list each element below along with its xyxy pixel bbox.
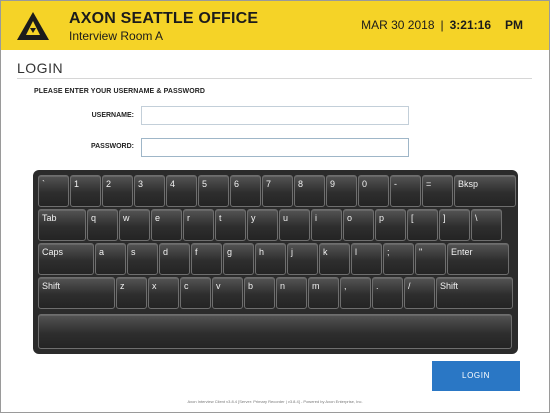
key-backslash[interactable]: \ — [471, 209, 502, 241]
date-time-display: MAR 30 2018 | 3:21:16 PM — [361, 18, 523, 32]
key-j[interactable]: j — [287, 243, 318, 275]
office-name: AXON SEATTLE OFFICE — [69, 10, 259, 27]
key-g[interactable]: g — [223, 243, 254, 275]
key-right-bracket[interactable]: ] — [439, 209, 470, 241]
key-s[interactable]: s — [127, 243, 158, 275]
key-comma[interactable]: , — [340, 277, 371, 309]
password-label: PASSWORD: — [90, 143, 134, 150]
key-y[interactable]: y — [247, 209, 278, 241]
key-z[interactable]: z — [116, 277, 147, 309]
room-name: Interview Room A — [69, 29, 164, 43]
page-title: LOGIN — [17, 60, 64, 76]
key-r[interactable]: r — [183, 209, 214, 241]
key-3[interactable]: 3 — [134, 175, 165, 207]
key-equals[interactable]: = — [422, 175, 453, 207]
axon-logo-icon — [17, 12, 49, 40]
key-caps[interactable]: Caps — [38, 243, 94, 275]
key-q[interactable]: q — [87, 209, 118, 241]
key-6[interactable]: 6 — [230, 175, 261, 207]
header-bar: AXON SEATTLE OFFICE Interview Room A MAR… — [1, 1, 549, 50]
key-e[interactable]: e — [151, 209, 182, 241]
key-minus[interactable]: - — [390, 175, 421, 207]
key-slash[interactable]: / — [404, 277, 435, 309]
key-1[interactable]: 1 — [70, 175, 101, 207]
key-c[interactable]: c — [180, 277, 211, 309]
key-i[interactable]: i — [311, 209, 342, 241]
key-n[interactable]: n — [276, 277, 307, 309]
key-a[interactable]: a — [95, 243, 126, 275]
key-shift-right[interactable]: Shift — [436, 277, 513, 309]
key-d[interactable]: d — [159, 243, 190, 275]
key-u[interactable]: u — [279, 209, 310, 241]
on-screen-keyboard: ` 1 2 3 4 5 6 7 8 9 0- = Bksp Tab q w e r t y u i o p[] \ Caps a… — [33, 170, 518, 354]
key-4[interactable]: 4 — [166, 175, 197, 207]
key-f[interactable]: f — [191, 243, 222, 275]
key-t[interactable]: t — [215, 209, 246, 241]
key-9[interactable]: 9 — [326, 175, 357, 207]
footer-version-text: Axon Interview Client v3.8.4 [Server: Pr… — [187, 399, 363, 404]
date-time-separator: | — [440, 18, 444, 32]
key-period[interactable]: . — [372, 277, 403, 309]
login-instruction: PLEASE ENTER YOUR USERNAME & PASSWORD — [34, 88, 206, 95]
key-k[interactable]: k — [319, 243, 350, 275]
key-0[interactable]: 0 — [358, 175, 389, 207]
username-field[interactable] — [141, 106, 409, 125]
key-m[interactable]: m — [308, 277, 339, 309]
key-backtick[interactable]: ` — [38, 175, 69, 207]
time-text: 3:21:16 — [449, 18, 491, 32]
key-p[interactable]: p — [375, 209, 406, 241]
key-7[interactable]: 7 — [262, 175, 293, 207]
key-5[interactable]: 5 — [198, 175, 229, 207]
key-o[interactable]: o — [343, 209, 374, 241]
key-b[interactable]: b — [244, 277, 275, 309]
password-field[interactable] — [141, 138, 409, 157]
key-w[interactable]: w — [119, 209, 150, 241]
key-v[interactable]: v — [212, 277, 243, 309]
key-l[interactable]: l — [351, 243, 382, 275]
key-tab[interactable]: Tab — [38, 209, 86, 241]
ampm-text: PM — [505, 18, 523, 32]
key-space[interactable] — [38, 314, 512, 349]
date-text: MAR 30 2018 — [361, 18, 435, 32]
key-enter[interactable]: Enter — [447, 243, 509, 275]
key-left-bracket[interactable]: [ — [407, 209, 438, 241]
key-2[interactable]: 2 — [102, 175, 133, 207]
key-shift-left[interactable]: Shift — [38, 277, 115, 309]
key-bksp[interactable]: Bksp — [454, 175, 516, 207]
key-quote[interactable]: " — [415, 243, 446, 275]
key-x[interactable]: x — [148, 277, 179, 309]
title-divider — [17, 78, 532, 79]
login-button[interactable]: LOGIN — [432, 361, 520, 391]
username-label: USERNAME: — [91, 112, 134, 119]
key-8[interactable]: 8 — [294, 175, 325, 207]
key-h[interactable]: h — [255, 243, 286, 275]
key-semicolon[interactable]: ; — [383, 243, 414, 275]
